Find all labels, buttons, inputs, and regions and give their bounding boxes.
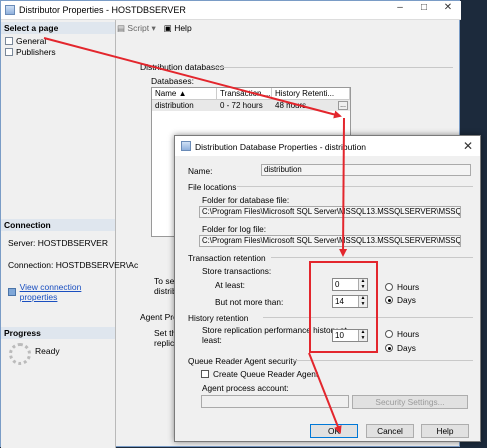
arrow-settings-to-ok [308, 352, 342, 434]
arrow-ellipsis-to-settings [339, 117, 348, 257]
annotation-arrows [43, 37, 348, 434]
arrow-general-to-ellipsis [43, 37, 342, 119]
